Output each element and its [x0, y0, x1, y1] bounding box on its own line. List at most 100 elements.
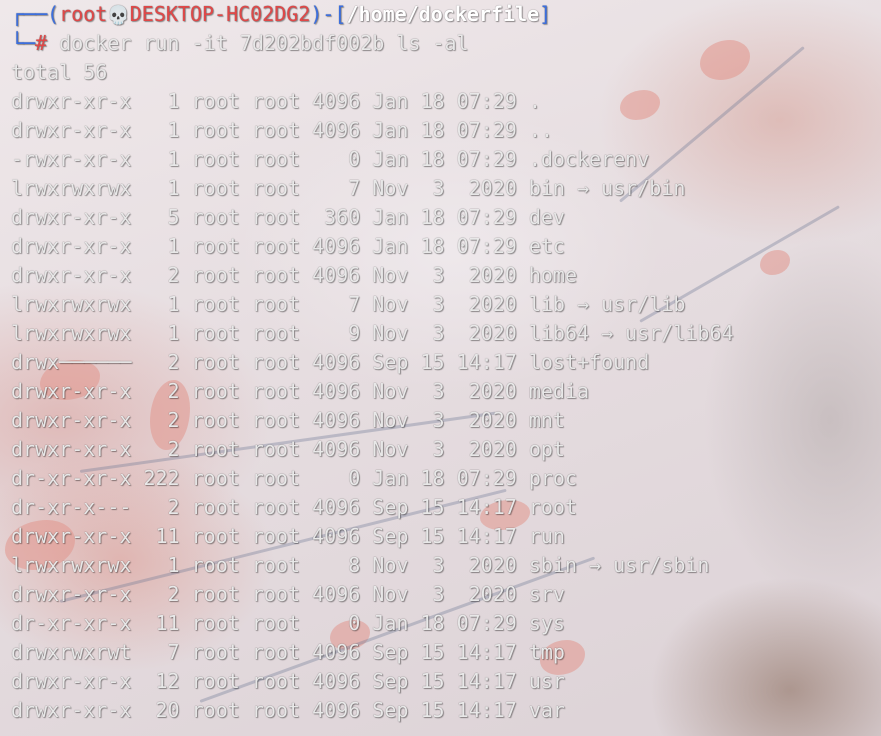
ls-entry-permissions: drwxr-xr-x: [11, 205, 132, 229]
ls-entry-size: 360: [300, 205, 361, 229]
ls-entry-row: drwxr-xr-x 1 root root 4096 Jan 18 07:29…: [11, 232, 877, 261]
ls-entry-date: Jan 18 07:29: [360, 118, 517, 142]
ls-entry-owner: root: [179, 263, 240, 287]
terminal-window[interactable]: ┌──(root💀DESKTOP-HC02DG2)-[/home/dockerf…: [11, 0, 877, 736]
ls-entry-size: 4096: [300, 698, 361, 722]
ls-entry-permissions: drwxr-xr-x: [11, 263, 132, 287]
ls-entry-links: 1: [131, 234, 180, 258]
ls-entry-links: 2: [131, 350, 180, 374]
ls-entry-name: proc: [516, 466, 578, 490]
ls-entry-owner: root: [179, 582, 240, 606]
ls-entry-permissions: lrwxrwxrwx: [11, 553, 132, 577]
ls-entry-links: 1: [131, 118, 180, 142]
ls-entry-links: 11: [131, 611, 180, 635]
ls-entry-name: usr: [516, 669, 565, 693]
ls-entry-owner: root: [179, 89, 240, 113]
prompt-host: DESKTOP-HC02DG2: [129, 2, 311, 26]
command-line[interactable]: └─# docker run -it 7d202bdf002b ls -al: [11, 29, 877, 58]
ls-entry-permissions: drwxr-xr-x: [11, 582, 132, 606]
ls-entry-row: drwxr-xr-x 12 root root 4096 Sep 15 14:1…: [11, 667, 877, 696]
ls-entry-group: root: [239, 466, 301, 490]
skull-icon: 💀: [107, 5, 130, 26]
ls-entry-links: 20: [131, 698, 180, 722]
ls-entry-owner: root: [179, 321, 240, 345]
ls-entry-name: etc: [516, 234, 565, 258]
ls-entry-date: Sep 15 14:17: [360, 640, 517, 664]
ls-entry-name: mnt: [516, 408, 565, 432]
ls-entry-links: 1: [131, 147, 180, 171]
ls-entry-links: 1: [131, 553, 180, 577]
ls-entry-owner: root: [179, 234, 240, 258]
ls-entry-owner: root: [179, 524, 240, 548]
ls-entry-group: root: [239, 263, 301, 287]
ls-entry-date: Jan 18 07:29: [360, 89, 517, 113]
ls-entry-links: 2: [131, 582, 180, 606]
ls-entry-owner: root: [179, 205, 240, 229]
prompt-frame-top: ┌──(: [11, 2, 60, 26]
ls-entry-group: root: [239, 669, 301, 693]
ls-entry-permissions: lrwxrwxrwx: [11, 321, 132, 345]
ls-entry-date: Jan 18 07:29: [360, 234, 517, 258]
ls-entry-permissions: drwxr-xr-x: [11, 118, 132, 142]
ls-entry-links: 1: [131, 176, 180, 200]
ls-entry-name: sbin → usr/sbin: [516, 553, 710, 577]
ls-entry-name: tmp: [516, 640, 565, 664]
ls-entry-name: var: [516, 698, 565, 722]
ls-entry-size: 8: [300, 553, 361, 577]
ls-entry-row: dr-xr-xr-x 222 root root 0 Jan 18 07:29 …: [11, 464, 877, 493]
ls-entry-row: -rwxr-xr-x 1 root root 0 Jan 18 07:29 .d…: [11, 145, 877, 174]
ls-entry-group: root: [239, 205, 301, 229]
ls-entry-group: root: [239, 292, 301, 316]
ls-entry-size: 0: [300, 147, 361, 171]
ls-entry-name: bin → usr/bin: [516, 176, 686, 200]
ls-entry-owner: root: [179, 147, 240, 171]
ls-entry-date: Sep 15 14:17: [360, 669, 517, 693]
ls-entry-permissions: drwxr-xr-x: [11, 524, 132, 548]
ls-entry-size: 4096: [300, 350, 361, 374]
ls-entry-size: 4096: [300, 379, 361, 403]
ls-entry-links: 2: [131, 437, 180, 461]
ls-entry-owner: root: [179, 553, 240, 577]
ls-entry-size: 0: [300, 466, 361, 490]
prompt-line: ┌──(root💀DESKTOP-HC02DG2)-[/home/dockerf…: [11, 0, 877, 29]
ls-entry-group: root: [239, 176, 301, 200]
ls-entry-row: drwx────── 2 root root 4096 Sep 15 14:17…: [11, 348, 877, 377]
ls-entry-name: run: [516, 524, 565, 548]
ls-entry-date: Nov 3 2020: [360, 292, 517, 316]
ls-entry-links: 1: [131, 292, 180, 316]
ls-entry-date: Jan 18 07:29: [360, 205, 517, 229]
ls-entry-name: .: [516, 89, 541, 113]
ls-entry-row: drwxr-xr-x 2 root root 4096 Nov 3 2020 m…: [11, 377, 877, 406]
ls-entry-row: dr-xr-xr-x 11 root root 0 Jan 18 07:29 s…: [11, 609, 877, 638]
ls-entry-permissions: drwxr-xr-x: [11, 89, 132, 113]
ls-entry-owner: root: [179, 379, 240, 403]
ls-entry-name: sys: [516, 611, 565, 635]
ls-entry-owner: root: [179, 176, 240, 200]
ls-entry-name: media: [516, 379, 590, 403]
ls-entry-date: Nov 3 2020: [360, 437, 517, 461]
ls-entry-row: lrwxrwxrwx 1 root root 9 Nov 3 2020 lib6…: [11, 319, 877, 348]
ls-entry-date: Sep 15 14:17: [360, 350, 517, 374]
ls-entry-permissions: dr-xr-x---: [11, 495, 132, 519]
ls-entry-name: .dockerenv: [516, 147, 650, 171]
command-text: docker run -it 7d202bdf002b ls -al: [47, 31, 469, 55]
ls-entry-date: Jan 18 07:29: [360, 611, 517, 635]
ls-entry-size: 4096: [300, 118, 361, 142]
prompt-frame-bottom: └─: [11, 31, 36, 55]
ls-entry-name: opt: [516, 437, 565, 461]
ls-entry-row: drwxr-xr-x 2 root root 4096 Nov 3 2020 h…: [11, 261, 877, 290]
ls-entry-date: Nov 3 2020: [360, 321, 517, 345]
ls-entry-permissions: drwxr-xr-x: [11, 379, 132, 403]
ls-entry-group: root: [239, 611, 301, 635]
ls-entry-permissions: drwxr-xr-x: [11, 669, 132, 693]
ls-entry-group: root: [239, 147, 301, 171]
ls-entry-row: drwxr-xr-x 2 root root 4096 Nov 3 2020 o…: [11, 435, 877, 464]
ls-entry-group: root: [239, 118, 301, 142]
ls-output: drwxr-xr-x 1 root root 4096 Jan 18 07:29…: [11, 87, 877, 725]
ls-entry-group: root: [239, 321, 301, 345]
ls-entry-row: drwxr-xr-x 5 root root 360 Jan 18 07:29 …: [11, 203, 877, 232]
ls-entry-size: 9: [300, 321, 361, 345]
ls-entry-links: 2: [131, 263, 180, 287]
prompt-bracket-end: ]: [539, 2, 552, 26]
ls-entry-group: root: [239, 524, 301, 548]
